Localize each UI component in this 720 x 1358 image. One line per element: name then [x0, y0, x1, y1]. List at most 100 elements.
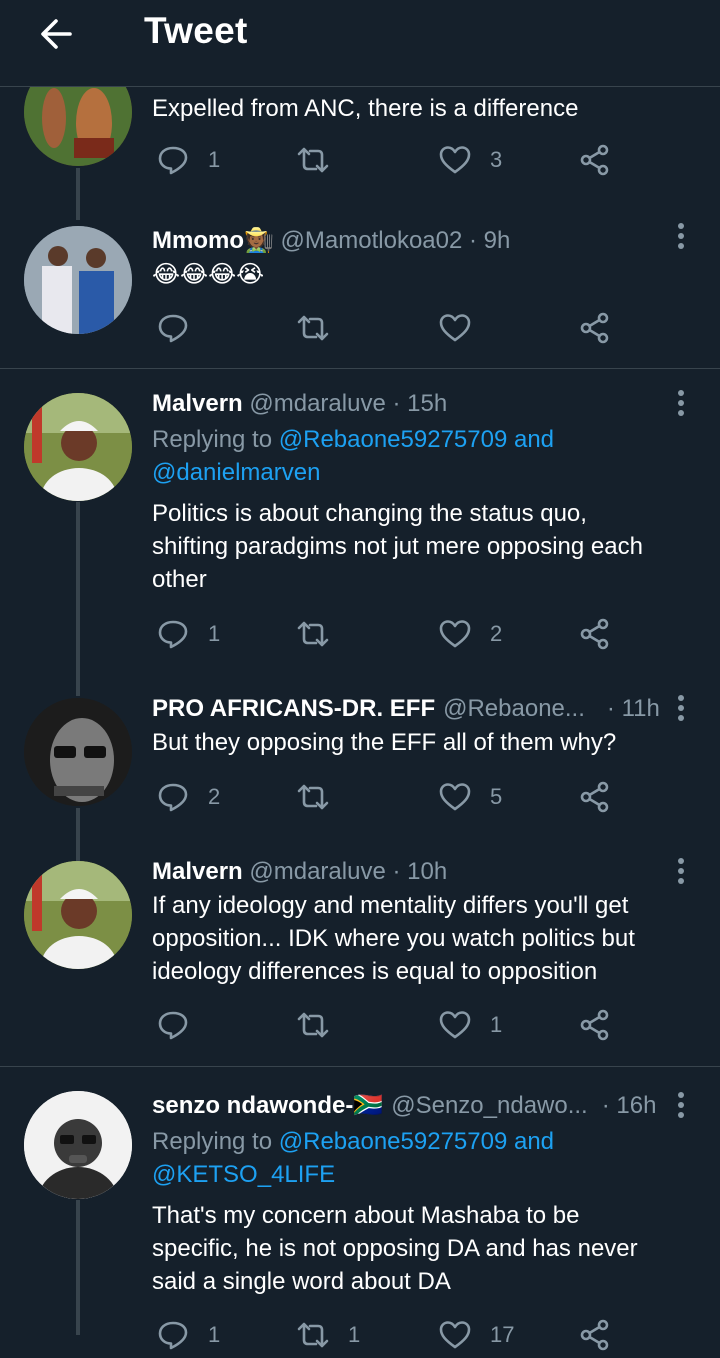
author-name[interactable]: PRO AFRICANS-DR. EFF: [152, 694, 435, 724]
reply-button[interactable]: 1: [156, 1318, 220, 1352]
text-line: said a single word about DA: [152, 1268, 451, 1295]
text-line: opposition... IDK where you watch politi…: [152, 925, 635, 952]
avatar-image-icon: [24, 226, 132, 334]
retweet-button[interactable]: 1: [296, 1318, 360, 1352]
share-button[interactable]: [578, 1008, 612, 1042]
thread-line: [76, 808, 80, 862]
share-icon: [580, 618, 609, 650]
tweet-time: · 15h: [392, 390, 448, 417]
page-title: Tweet: [144, 10, 248, 51]
share-button[interactable]: [578, 1318, 612, 1352]
like-button[interactable]: 17: [438, 1318, 514, 1352]
like-icon: [439, 1011, 471, 1039]
like-icon: [439, 783, 471, 811]
tweet-actions: 1: [152, 1008, 672, 1048]
tweet-text: But they opposing the EFF all of them wh…: [152, 729, 617, 756]
more-options-icon[interactable]: [676, 390, 686, 418]
and-label[interactable]: and: [514, 1128, 554, 1155]
like-button[interactable]: 5: [438, 780, 502, 814]
retweet-button[interactable]: [296, 143, 348, 177]
avatar-image-icon: [24, 698, 132, 806]
share-button[interactable]: [578, 780, 612, 814]
retweet-button[interactable]: [296, 311, 348, 345]
share-icon: [580, 312, 609, 344]
mention-link[interactable]: @danielmarven: [152, 459, 320, 486]
tweet-text: Politics is about changing the status qu…: [152, 497, 686, 596]
more-options-icon[interactable]: [676, 695, 686, 723]
divider: [0, 1066, 720, 1067]
like-icon: [439, 620, 471, 648]
tweet-time: · 16h: [601, 1092, 657, 1119]
share-button[interactable]: [578, 311, 612, 345]
like-count: 2: [490, 621, 503, 646]
avatar[interactable]: [24, 226, 132, 334]
reply-button[interactable]: 1: [156, 143, 220, 177]
reply-button[interactable]: 1: [156, 617, 220, 651]
author-name[interactable]: Malvern: [152, 390, 243, 417]
author-handle[interactable]: @Rebaone...: [443, 694, 585, 724]
reply-icon: [158, 146, 188, 175]
tweet-text: Expelled from ANC, there is a difference: [152, 95, 579, 122]
reply-count: 1: [208, 147, 221, 172]
like-button[interactable]: 3: [438, 143, 502, 177]
replying-label: Replying to: [152, 1128, 273, 1155]
share-icon: [580, 1319, 609, 1351]
tweet-text: 😂😂😂😭: [152, 261, 265, 288]
mention-link[interactable]: @Rebaone59275709: [279, 1128, 508, 1155]
retweet-icon: [297, 1322, 329, 1348]
avatar[interactable]: [24, 393, 132, 501]
author-name[interactable]: senzo ndawonde-🇿🇦: [152, 1091, 383, 1121]
retweet-icon: [297, 147, 329, 173]
avatar-image-icon: [24, 861, 132, 969]
retweet-icon: [297, 784, 329, 810]
reply-button[interactable]: [156, 1008, 208, 1042]
avatar[interactable]: [24, 1091, 132, 1199]
text-line: That's my concern about Mashaba to be: [152, 1202, 580, 1229]
author-handle[interactable]: @Mamotlokoa02: [281, 227, 463, 254]
author-handle[interactable]: @mdaraluve: [249, 390, 385, 417]
replying-to: Replying to @Rebaone59275709 and @KETSO_…: [152, 1125, 686, 1191]
divider: [0, 368, 720, 369]
avatar[interactable]: [24, 861, 132, 969]
more-options-icon[interactable]: [676, 858, 686, 886]
text-line: specific, he is not opposing DA and has …: [152, 1235, 638, 1262]
more-options-icon[interactable]: [676, 223, 686, 251]
share-button[interactable]: [578, 617, 612, 651]
share-icon: [580, 1009, 609, 1041]
replying-to: Replying to @Rebaone59275709 and @daniel…: [152, 423, 686, 489]
author-name[interactable]: Malvern: [152, 858, 243, 885]
mention-link[interactable]: @KETSO_4LIFE: [152, 1161, 335, 1188]
share-button[interactable]: [578, 143, 612, 177]
thread-line: [76, 1200, 80, 1335]
and-label[interactable]: and: [514, 426, 554, 453]
avatar[interactable]: [24, 698, 132, 806]
author-name[interactable]: Mmomo🧑🏾‍🌾: [152, 227, 274, 254]
mention-link[interactable]: @Rebaone59275709: [279, 426, 508, 453]
back-arrow-icon[interactable]: [36, 14, 76, 54]
top-bar: Tweet: [0, 0, 720, 87]
more-options-icon[interactable]: [676, 1092, 686, 1120]
retweet-icon: [297, 621, 329, 647]
retweet-button[interactable]: [296, 617, 348, 651]
like-button[interactable]: 1: [438, 1008, 502, 1042]
like-button[interactable]: [438, 311, 490, 345]
reply-icon: [158, 620, 188, 649]
reply-count: 1: [208, 621, 221, 646]
text-line: If any ideology and mentality differs yo…: [152, 892, 629, 919]
tweet-actions: 12: [152, 617, 672, 657]
tweet-time: · 9h: [469, 227, 511, 254]
author-handle[interactable]: @mdaraluve: [249, 858, 385, 885]
reply-count: 2: [208, 784, 221, 809]
retweet-button[interactable]: [296, 780, 348, 814]
reply-button[interactable]: [156, 311, 208, 345]
reply-icon: [158, 314, 188, 343]
text-line: shifting paradgims not jut mere opposing…: [152, 533, 643, 560]
retweet-button[interactable]: [296, 1008, 348, 1042]
like-icon: [439, 146, 471, 174]
like-button[interactable]: 2: [438, 617, 502, 651]
author-handle[interactable]: @Senzo_ndawo...: [391, 1091, 588, 1121]
reply-count: 1: [208, 1322, 221, 1347]
share-icon: [580, 144, 609, 176]
reply-icon: [158, 783, 188, 812]
reply-button[interactable]: 2: [156, 780, 220, 814]
